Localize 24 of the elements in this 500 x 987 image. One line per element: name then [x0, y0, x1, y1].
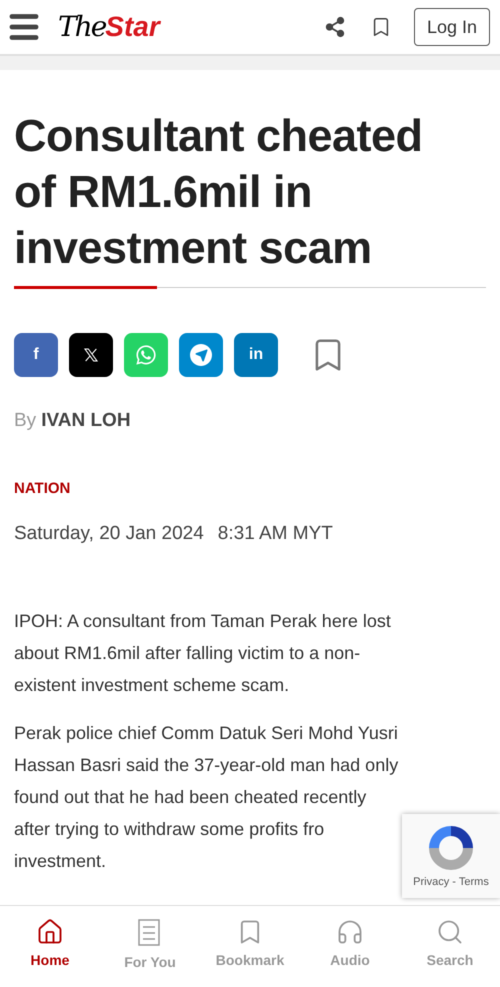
headphones-icon	[336, 918, 364, 946]
date: Saturday, 20 Jan 2024	[14, 522, 204, 546]
home-icon	[36, 918, 64, 946]
time: 8:31 AM MYT	[218, 522, 333, 546]
article-paragraph: IPOH: A consultant from Taman Perak here lost about RM1.6mil after falling victim to a non- existent investment scheme scam.	[14, 610, 391, 696]
byline-prefix: By	[14, 409, 36, 433]
share-button[interactable]: in	[234, 333, 278, 377]
share-icon[interactable]	[324, 16, 346, 38]
search-icon	[436, 918, 464, 946]
nav-tab[interactable]: Home	[0, 906, 100, 987]
whatsapp-icon	[135, 344, 157, 366]
article-title: Consultant cheated of RM1.6mil in investment scam	[14, 109, 424, 275]
telegram-icon	[190, 344, 212, 366]
separator: -	[452, 875, 456, 890]
privacy-link[interactable]: Privacy	[413, 874, 450, 890]
category-label[interactable]: NATION	[14, 478, 486, 500]
terms-link[interactable]: Terms	[458, 874, 489, 890]
login-button[interactable]: Log In	[414, 8, 490, 46]
x-icon	[83, 347, 99, 363]
author-name[interactable]: IVAN LOH	[41, 407, 131, 436]
share-button[interactable]	[69, 333, 113, 377]
article-paragraph: after trying to withdraw some profits fro investment.	[14, 818, 324, 872]
share-button[interactable]: f	[14, 333, 58, 377]
logo[interactable]: TheStar	[58, 6, 160, 48]
